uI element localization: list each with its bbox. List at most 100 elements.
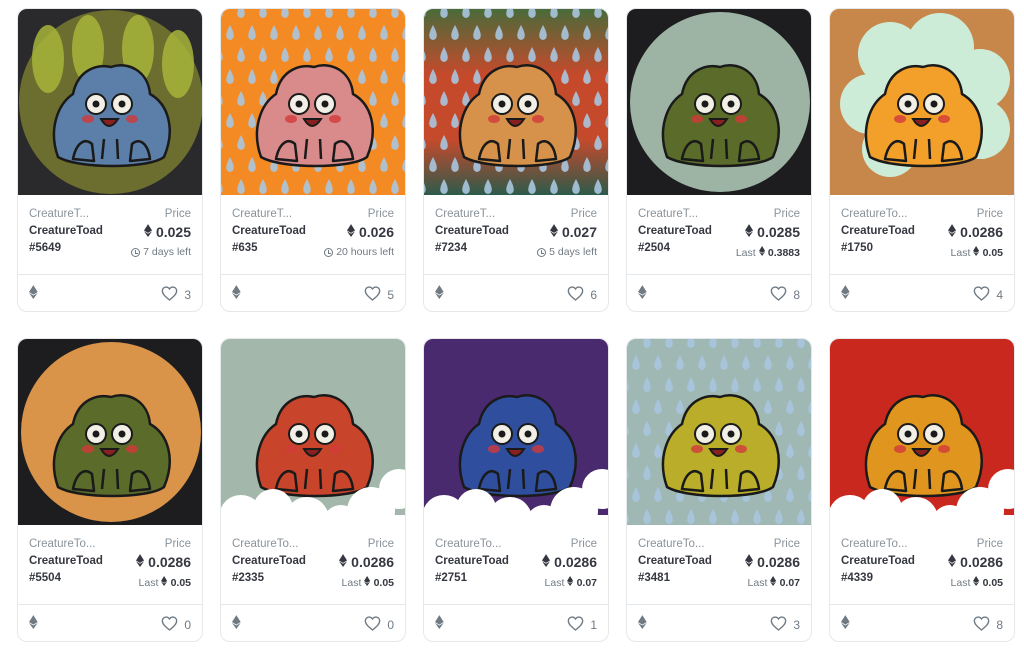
ethereum-icon xyxy=(948,224,957,240)
nft-artwork[interactable] xyxy=(18,339,202,525)
nft-artwork[interactable] xyxy=(221,339,405,525)
clock-icon xyxy=(131,247,141,257)
nft-artwork[interactable] xyxy=(424,9,608,195)
price-amount: 0.0286 xyxy=(960,554,1003,570)
ethereum-icon xyxy=(232,615,241,634)
nft-artwork[interactable] xyxy=(830,339,1014,525)
card-info: CreatureTo... CreatureToad #5504 Price 0… xyxy=(18,525,202,603)
item-name: CreatureToad xyxy=(29,555,103,567)
heart-icon xyxy=(973,286,990,304)
last-label: Last xyxy=(950,576,971,589)
last-label: Last xyxy=(138,576,159,589)
collection-name[interactable]: CreatureTo... xyxy=(841,208,913,220)
favorite-count: 0 xyxy=(184,618,191,632)
item-name: CreatureToad xyxy=(638,225,712,237)
favorite-button[interactable]: 0 xyxy=(161,616,191,634)
token-id: #1750 xyxy=(841,242,873,254)
token-id: #4339 xyxy=(841,572,873,584)
item-name: CreatureToad xyxy=(29,225,103,237)
favorite-button[interactable]: 8 xyxy=(770,286,800,304)
nft-card[interactable]: CreatureT... CreatureToad #635 Price 0.0… xyxy=(220,8,406,312)
price-value: 0.0286 xyxy=(948,224,1003,240)
favorite-button[interactable]: 5 xyxy=(364,286,394,304)
price-label: Price xyxy=(164,208,191,220)
nft-artwork[interactable] xyxy=(830,9,1014,195)
price-amount: 0.026 xyxy=(358,224,394,240)
ethereum-icon xyxy=(638,615,647,634)
last-price: 0.05 xyxy=(373,576,394,589)
divider xyxy=(830,604,1014,605)
nft-card[interactable]: CreatureT... CreatureToad #5649 Price 0.… xyxy=(17,8,203,312)
heart-icon xyxy=(364,616,381,634)
card-info: CreatureT... CreatureToad #635 Price 0.0… xyxy=(221,195,405,273)
last-price: 0.05 xyxy=(170,576,191,589)
nft-card[interactable]: CreatureTo... CreatureToad #5504 Price 0… xyxy=(17,338,203,642)
favorite-button[interactable]: 1 xyxy=(567,616,597,634)
price-value: 0.0286 xyxy=(136,554,191,570)
token-id: #635 xyxy=(232,242,258,254)
nft-card[interactable]: CreatureT... CreatureToad #7234 Price 0.… xyxy=(423,8,609,312)
heart-icon xyxy=(161,286,178,304)
token-id: #2751 xyxy=(435,572,467,584)
collection-name[interactable]: CreatureT... xyxy=(29,208,101,220)
last-price: 0.3883 xyxy=(767,246,800,259)
collection-name[interactable]: CreatureT... xyxy=(435,208,507,220)
favorite-button[interactable]: 3 xyxy=(770,616,800,634)
nft-artwork[interactable] xyxy=(221,9,405,195)
nft-card[interactable]: CreatureTo... CreatureToad #1750 Price 0… xyxy=(829,8,1015,312)
divider xyxy=(424,274,608,275)
ethereum-icon xyxy=(948,554,957,570)
nft-card[interactable]: CreatureTo... CreatureToad #3481 Price 0… xyxy=(626,338,812,642)
ethereum-icon xyxy=(567,576,574,589)
price-label: Price xyxy=(976,538,1003,550)
nft-card[interactable]: CreatureT... CreatureToad #2504 Price 0.… xyxy=(626,8,812,312)
ethereum-icon xyxy=(435,285,444,304)
nft-card[interactable]: CreatureTo... CreatureToad #2335 Price 0… xyxy=(220,338,406,642)
last-price: 0.07 xyxy=(779,576,800,589)
card-info: CreatureTo... CreatureToad #1750 Price 0… xyxy=(830,195,1014,273)
collection-name[interactable]: CreatureTo... xyxy=(232,538,304,550)
card-info: CreatureT... CreatureToad #7234 Price 0.… xyxy=(424,195,608,273)
favorite-count: 3 xyxy=(793,618,800,632)
token-id: #7234 xyxy=(435,242,467,254)
price-label: Price xyxy=(773,208,800,220)
favorite-count: 4 xyxy=(996,288,1003,302)
ethereum-icon xyxy=(770,576,777,589)
time-left: 5 days left xyxy=(549,246,597,258)
collection-name[interactable]: CreatureTo... xyxy=(841,538,913,550)
price-subtext: Last 0.3883 xyxy=(736,246,800,259)
token-id: #5504 xyxy=(29,572,61,584)
nft-artwork[interactable] xyxy=(627,9,811,195)
last-label: Last xyxy=(747,576,768,589)
nft-card[interactable]: CreatureTo... CreatureToad #2751 Price 0… xyxy=(423,338,609,642)
collection-name[interactable]: CreatureTo... xyxy=(435,538,507,550)
favorite-button[interactable]: 3 xyxy=(161,286,191,304)
favorite-button[interactable]: 4 xyxy=(973,286,1003,304)
favorite-button[interactable]: 8 xyxy=(973,616,1003,634)
collection-name[interactable]: CreatureT... xyxy=(232,208,304,220)
collection-name[interactable]: CreatureTo... xyxy=(638,538,710,550)
heart-icon xyxy=(973,616,990,634)
ethereum-icon xyxy=(364,576,371,589)
collection-name[interactable]: CreatureTo... xyxy=(29,538,101,550)
nft-artwork[interactable] xyxy=(424,339,608,525)
favorite-button[interactable]: 0 xyxy=(364,616,394,634)
price-amount: 0.0286 xyxy=(148,554,191,570)
nft-artwork[interactable] xyxy=(627,339,811,525)
last-price: 0.05 xyxy=(982,246,1003,259)
ethereum-icon xyxy=(973,576,980,589)
ethereum-icon xyxy=(542,554,551,570)
favorite-count: 5 xyxy=(387,288,394,302)
nft-card[interactable]: CreatureTo... CreatureToad #4339 Price 0… xyxy=(829,338,1015,642)
favorite-count: 0 xyxy=(387,618,394,632)
card-info: CreatureTo... CreatureToad #2751 Price 0… xyxy=(424,525,608,603)
price-value: 0.025 xyxy=(143,224,191,240)
item-name: CreatureToad xyxy=(232,555,306,567)
price-subtext: Last 0.07 xyxy=(545,576,597,589)
heart-icon xyxy=(364,286,381,304)
heart-icon xyxy=(567,616,584,634)
favorite-button[interactable]: 6 xyxy=(567,286,597,304)
price-subtext: 5 days left xyxy=(537,246,597,258)
nft-artwork[interactable] xyxy=(18,9,202,195)
collection-name[interactable]: CreatureT... xyxy=(638,208,710,220)
